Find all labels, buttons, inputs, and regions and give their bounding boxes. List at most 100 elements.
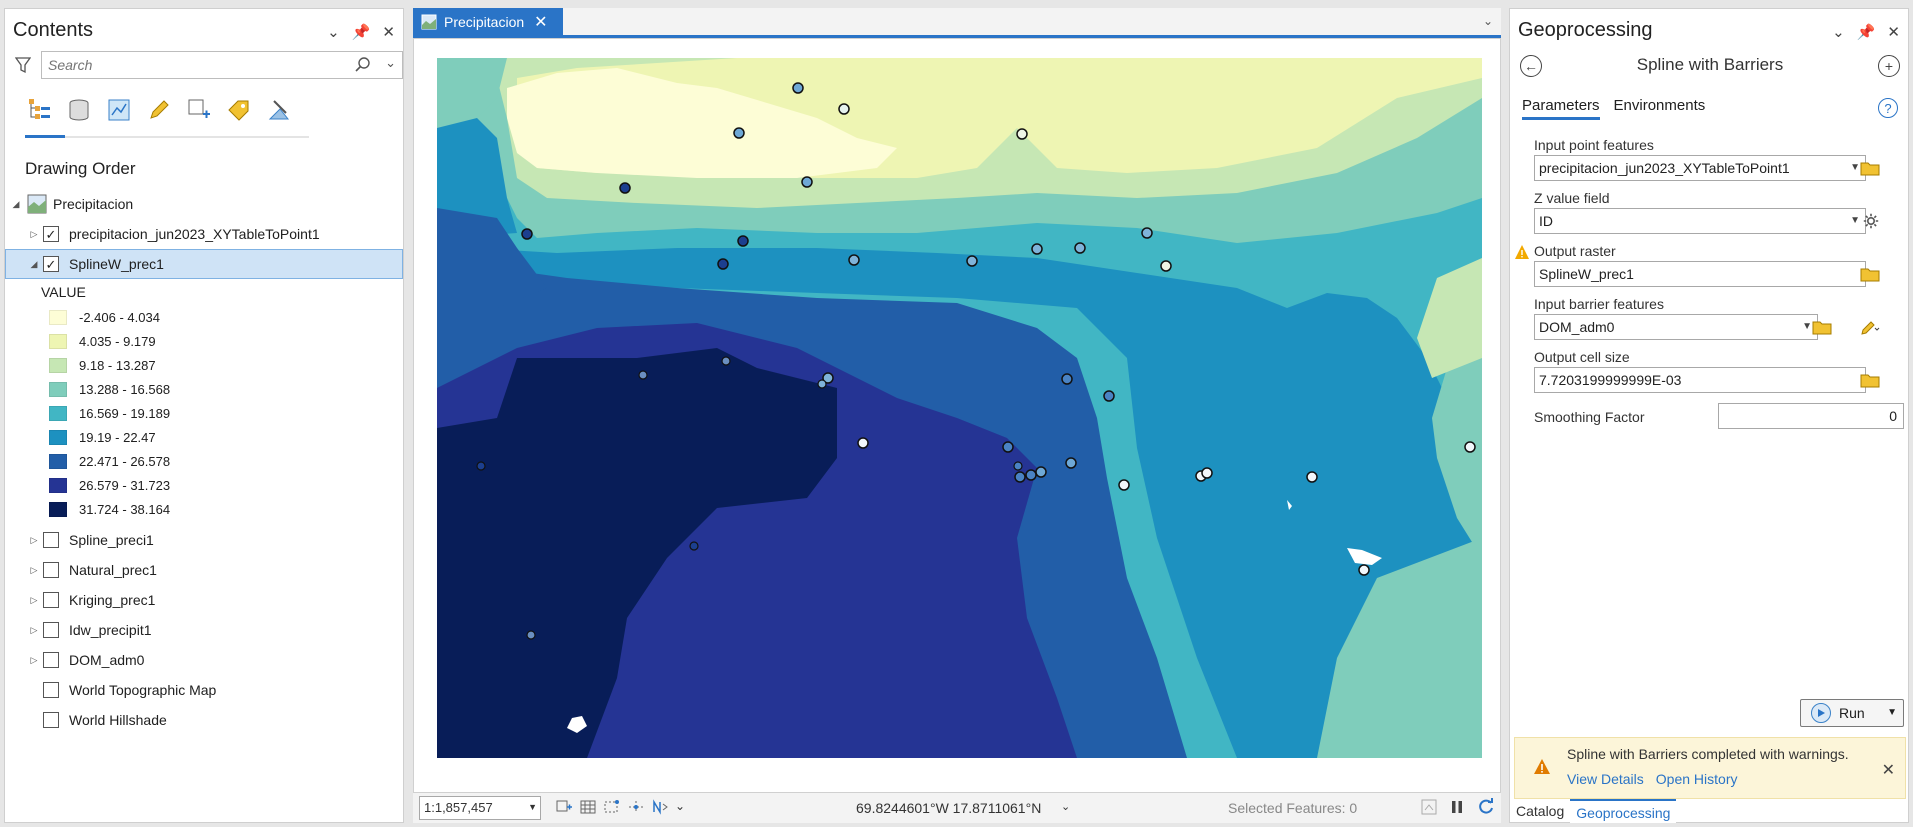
sample-point[interactable] — [1016, 128, 1028, 140]
layer-row[interactable]: World Hillshade — [5, 705, 403, 735]
sample-point[interactable] — [1074, 242, 1086, 254]
pin-icon[interactable]: 📌 — [1857, 23, 1876, 41]
sample-point[interactable] — [689, 541, 699, 551]
expand-arrow-icon[interactable]: ▷ — [27, 533, 41, 547]
open-history-link[interactable]: Open History — [1656, 771, 1738, 787]
sample-point[interactable] — [966, 255, 978, 267]
layer-visibility-checkbox[interactable] — [43, 562, 59, 578]
list-by-selection-icon[interactable] — [105, 95, 133, 125]
warning-icon[interactable] — [1514, 244, 1530, 260]
pin-icon[interactable]: 📌 — [352, 23, 371, 41]
coordinate-format-chevron-icon[interactable]: ⌄ — [1061, 800, 1070, 813]
fixed-zoom-icon[interactable] — [555, 799, 573, 815]
sample-point[interactable] — [733, 127, 745, 139]
expand-arrow-icon[interactable]: ▷ — [27, 227, 41, 241]
legend-item[interactable]: 22.471 - 26.578 — [5, 449, 403, 473]
layer-visibility-checkbox[interactable] — [43, 682, 59, 698]
collapse-arrow-icon[interactable]: ◢ — [27, 257, 41, 271]
tab-list-chevron-icon[interactable]: ⌄ — [1483, 14, 1493, 28]
map-node[interactable]: ◢ Precipitacion — [5, 189, 403, 219]
pause-drawing-icon[interactable] — [1449, 799, 1465, 815]
sample-point[interactable] — [521, 228, 533, 240]
legend-swatch[interactable] — [49, 477, 67, 493]
expand-arrow-icon[interactable]: ▷ — [27, 593, 41, 607]
run-button[interactable]: Run ▼ — [1800, 699, 1904, 727]
sample-point[interactable] — [526, 630, 536, 640]
layer-visibility-checkbox[interactable] — [43, 652, 59, 668]
barrier-dropdown[interactable]: DOM_adm0 ▼ — [1534, 314, 1818, 340]
sample-point[interactable] — [1306, 471, 1318, 483]
legend-swatch[interactable] — [49, 357, 67, 373]
sample-point[interactable] — [1065, 457, 1077, 469]
help-icon[interactable]: ? — [1878, 98, 1898, 118]
sample-point[interactable] — [1358, 564, 1370, 576]
z-field-dropdown[interactable]: ID ▼ — [1534, 208, 1866, 234]
grid-icon[interactable] — [579, 799, 597, 815]
legend-swatch[interactable] — [49, 429, 67, 445]
legend-swatch[interactable] — [49, 501, 67, 517]
layer-row[interactable]: ▷ Kriging_prec1 — [5, 585, 403, 615]
sketch-pencil-icon[interactable] — [1860, 319, 1880, 335]
legend-swatch[interactable] — [49, 309, 67, 325]
close-icon[interactable]: ✕ — [1882, 760, 1895, 780]
layer-visibility-checkbox[interactable]: ✓ — [43, 256, 59, 272]
layer-row[interactable]: ▷ Spline_preci1 — [5, 525, 403, 555]
sample-point[interactable] — [1103, 390, 1115, 402]
sample-point[interactable] — [817, 379, 827, 389]
collapse-arrow-icon[interactable]: ◢ — [9, 197, 23, 211]
map-scale-dropdown[interactable]: 1:1,857,457 ▼ — [419, 796, 541, 820]
sample-point[interactable] — [801, 176, 813, 188]
browse-folder-icon[interactable] — [1860, 372, 1880, 388]
sample-point[interactable] — [619, 182, 631, 194]
raster-map[interactable] — [437, 58, 1482, 758]
sample-point[interactable] — [792, 82, 804, 94]
view-details-link[interactable]: View Details — [1567, 771, 1644, 787]
legend-item[interactable]: 26.579 - 31.723 — [5, 473, 403, 497]
sample-point[interactable] — [838, 103, 850, 115]
search-options-chevron-icon[interactable]: ⌄ — [385, 55, 396, 71]
legend-swatch[interactable] — [49, 453, 67, 469]
sample-point[interactable] — [1031, 243, 1043, 255]
close-icon[interactable]: ✕ — [382, 23, 395, 41]
browse-folder-icon[interactable] — [1860, 160, 1880, 176]
tab-geoprocessing[interactable]: Geoprocessing — [1570, 799, 1677, 823]
sample-point[interactable] — [1025, 469, 1037, 481]
sample-point[interactable] — [476, 461, 486, 471]
sample-point[interactable] — [1013, 461, 1023, 471]
sample-point[interactable] — [857, 437, 869, 449]
layer-visibility-checkbox[interactable] — [43, 532, 59, 548]
legend-item[interactable]: 31.724 - 38.164 — [5, 497, 403, 521]
list-by-perspective-imagery-icon[interactable] — [265, 95, 293, 125]
list-by-snapping-icon[interactable] — [185, 95, 213, 125]
legend-item[interactable]: 16.569 - 19.189 — [5, 401, 403, 425]
layer-visibility-checkbox[interactable] — [43, 592, 59, 608]
layer-row-points[interactable]: ▷ ✓ precipitacion_jun2023_XYTableToPoint… — [5, 219, 403, 249]
tab-parameters[interactable]: Parameters — [1522, 97, 1600, 120]
sample-point[interactable] — [1035, 466, 1047, 478]
clear-selection-icon[interactable] — [1421, 799, 1437, 815]
sample-point[interactable] — [717, 258, 729, 270]
selected-features-count[interactable]: Selected Features: 0 — [1228, 800, 1357, 816]
legend-item[interactable]: 9.18 - 13.287 — [5, 353, 403, 377]
sample-point[interactable] — [1118, 479, 1130, 491]
legend-item[interactable]: 4.035 - 9.179 — [5, 329, 403, 353]
sample-point[interactable] — [1061, 373, 1073, 385]
tab-precipitacion[interactable]: Precipitacion ✕ — [413, 8, 563, 36]
sample-point[interactable] — [1464, 441, 1476, 453]
pane-menu-chevron-icon[interactable]: ⌄ — [1832, 23, 1845, 41]
pane-menu-chevron-icon[interactable]: ⌄ — [327, 23, 340, 41]
list-by-drawing-order-icon[interactable] — [25, 95, 53, 125]
list-by-editing-icon[interactable] — [145, 95, 173, 125]
legend-swatch[interactable] — [49, 381, 67, 397]
sample-point[interactable] — [721, 356, 731, 366]
sample-point[interactable] — [1014, 471, 1026, 483]
legend-item[interactable]: 13.288 - 16.568 — [5, 377, 403, 401]
expand-arrow-icon[interactable]: ▷ — [27, 623, 41, 637]
chevron-down-icon[interactable]: ▼ — [1887, 707, 1897, 718]
layer-row[interactable]: ▷ DOM_adm0 — [5, 645, 403, 675]
layer-row-splinew[interactable]: ◢ ✓ SplineW_prec1 — [5, 249, 403, 279]
snapping-icon[interactable] — [603, 799, 621, 815]
output-raster-field[interactable]: SplineW_prec1 — [1534, 261, 1866, 287]
layer-row[interactable]: World Topographic Map — [5, 675, 403, 705]
expand-arrow-icon[interactable]: ▷ — [27, 563, 41, 577]
